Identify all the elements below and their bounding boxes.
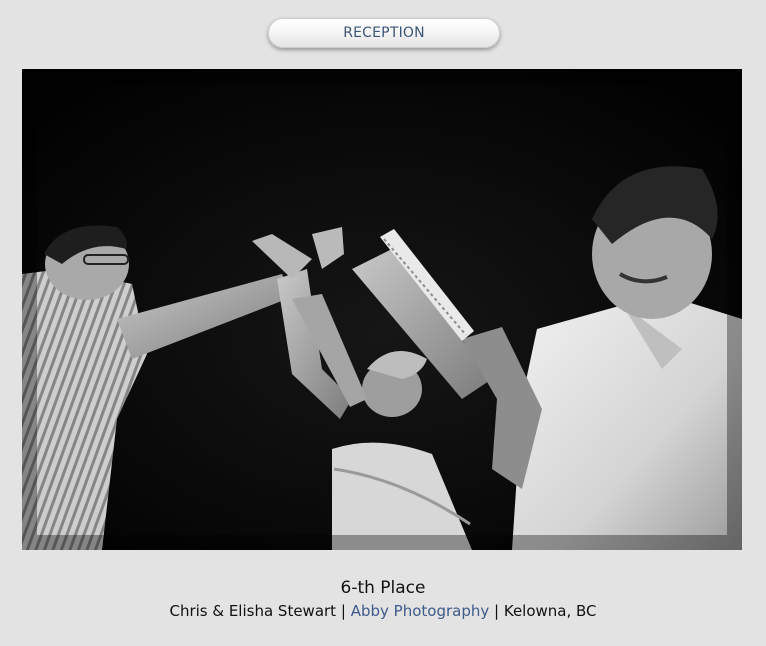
reception-photo-illustration [22,69,742,550]
category-label: RECEPTION [343,25,425,41]
separator: | [340,602,346,620]
photo-caption: 6-th Place Chris & Elisha Stewart | Abby… [0,577,766,622]
photographer-link[interactable]: Abby Photography [351,602,490,620]
photo-credits: Chris & Elisha Stewart | Abby Photograph… [0,600,766,622]
separator: | [494,602,500,620]
location-label: Kelowna, BC [503,602,597,620]
couple-name: Chris & Elisha Stewart [169,602,337,620]
category-button-reception[interactable]: RECEPTION [268,18,500,48]
placement-label: 6-th Place [340,578,426,598]
contest-photo [22,69,742,550]
